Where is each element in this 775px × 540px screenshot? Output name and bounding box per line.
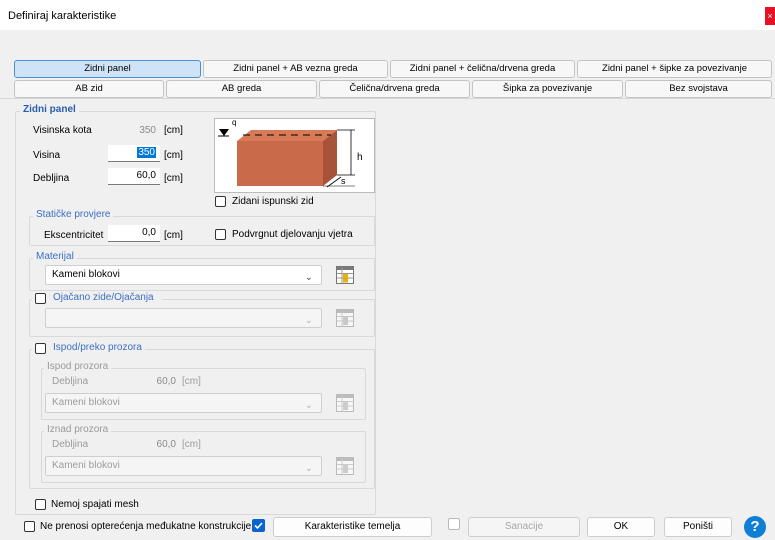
chevron-down-icon: ⌄ (304, 315, 313, 326)
wall-diagram (214, 118, 375, 193)
podvrgnut-vjetru-checkbox[interactable] (215, 229, 226, 240)
wall-diagram-drawing (218, 129, 355, 188)
chevron-down-icon: ⌄ (304, 272, 313, 283)
ispod-debljina-label: Debljina (52, 376, 89, 387)
sanacije-checkbox[interactable] (448, 518, 460, 530)
ne-prenosi-label: Ne prenosi opterećenja međukatne konstru… (40, 521, 252, 532)
ponisti-button[interactable]: Poništi (664, 517, 732, 537)
tab-ab-greda[interactable]: AB greda (166, 80, 317, 98)
material-table-icon[interactable] (336, 266, 354, 284)
tab-ab-zid[interactable]: AB zid (14, 80, 164, 98)
tab-sipka-za-povezivanje[interactable]: Šipka za povezivanje (472, 80, 623, 98)
staticke-provjere-title: Statičke provjere (33, 209, 114, 220)
help-icon[interactable]: ? (744, 516, 766, 538)
visinska-kota-label: Visinska kota (33, 125, 92, 136)
tab-zidni-panel-ab-vezna-greda[interactable]: Zidni panel + AB vezna greda (203, 60, 388, 78)
visina-input[interactable]: 350 (108, 145, 160, 162)
diagram-label-h: h (357, 152, 363, 163)
karakteristike-temelja-button[interactable]: Karakteristike temelja (273, 517, 432, 537)
iznad-material-value: Kameni blokovi (52, 460, 120, 471)
iznad-debljina-unit: [cm] (182, 439, 201, 450)
iznad-prozora-title: Iznad prozora (44, 424, 112, 435)
podvrgnut-vjetru-label: Podvrgnut djelovanju vjetra (232, 229, 353, 240)
title-bar (0, 0, 775, 30)
sanacije-button[interactable]: Sanacije (468, 517, 580, 537)
chevron-down-icon: ⌄ (304, 400, 313, 411)
close-button[interactable]: × (765, 7, 775, 25)
ojacano-checkbox[interactable] (35, 293, 46, 304)
visina-input-value: 350 (137, 147, 156, 158)
tabs-separator (0, 98, 775, 99)
materijal-title: Materijal (33, 251, 77, 262)
tab-zidni-panel-sipke[interactable]: Zidni panel + šipke za povezivanje (577, 60, 772, 78)
visinska-kota-value: 350 (139, 125, 156, 136)
debljina-label: Debljina (33, 173, 70, 184)
nemoj-spajati-mesh-label: Nemoj spajati mesh (51, 499, 139, 510)
ispod-table-icon (336, 394, 354, 412)
iznad-debljina-value: 60,0 (156, 439, 176, 450)
diagram-label-s: s (341, 176, 346, 186)
ispod-debljina-value: 60,0 (156, 376, 176, 387)
debljina-input[interactable]: 60,0 (108, 168, 160, 185)
ekscentricitet-unit: [cm] (164, 230, 183, 241)
ok-button[interactable]: OK (587, 517, 655, 537)
zidani-ispunski-zid-checkbox[interactable] (215, 196, 226, 207)
ojacano-table-icon (336, 309, 354, 327)
iznad-table-icon (336, 457, 354, 475)
iznad-material-dropdown[interactable]: Kameni blokovi ⌄ (45, 456, 322, 476)
chevron-down-icon: ⌄ (304, 463, 313, 474)
visina-unit: [cm] (164, 150, 183, 161)
zidni-panel-title: Zidni panel (20, 104, 79, 115)
visinska-kota-unit: [cm] (164, 125, 183, 136)
prozor-checkbox[interactable] (35, 343, 46, 354)
ispod-debljina-unit: [cm] (182, 376, 201, 387)
tab-zidni-panel[interactable]: Zidni panel (14, 60, 201, 78)
check-icon (254, 522, 263, 530)
ekscentricitet-label: Ekscentricitet (44, 230, 104, 241)
tab-zidni-panel-celicna-drvena-greda[interactable]: Zidni panel + čelična/drvena greda (390, 60, 575, 78)
ojacano-label: Ojačano zide/Ojačanja (50, 292, 157, 303)
iznad-debljina-label: Debljina (52, 439, 89, 450)
materijal-dropdown[interactable]: Kameni blokovi ⌄ (45, 265, 322, 285)
ispod-material-dropdown[interactable]: Kameni blokovi ⌄ (45, 393, 322, 413)
prozor-label: Ispod/preko prozora (50, 342, 145, 353)
ekscentricitet-input[interactable]: 0,0 (108, 225, 160, 242)
tab-celicna-drvena-greda[interactable]: Čelična/drvena greda (319, 80, 470, 98)
debljina-unit: [cm] (164, 173, 183, 184)
materijal-dropdown-value: Kameni blokovi (52, 269, 120, 280)
tab-bez-svojstava[interactable]: Bez svojstava (625, 80, 772, 98)
nemoj-spajati-mesh-checkbox[interactable] (35, 499, 46, 510)
karakteristike-temelja-checkbox[interactable] (252, 519, 265, 532)
ispod-material-value: Kameni blokovi (52, 397, 120, 408)
ojacano-dropdown[interactable]: ⌄ (45, 308, 322, 328)
zidani-ispunski-zid-label: Zidani ispunski zid (232, 196, 314, 207)
ne-prenosi-checkbox[interactable] (24, 521, 35, 532)
ispod-prozora-title: Ispod prozora (44, 361, 112, 372)
window-title: Definiraj karakteristike (8, 10, 117, 22)
diagram-label-q: q (232, 118, 237, 127)
visina-label: Visina (33, 150, 61, 161)
